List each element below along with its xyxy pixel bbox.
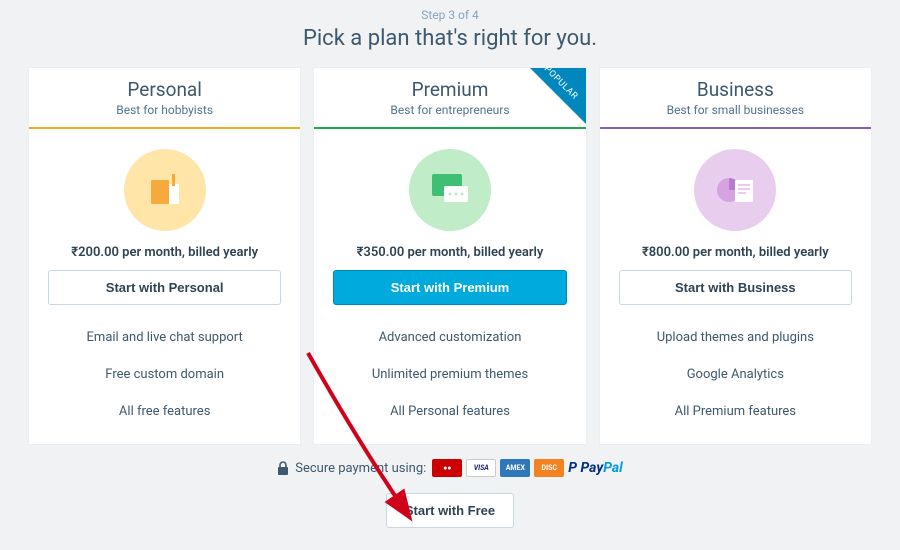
plan-card-personal: Personal Best for hobbyists ₹200.00 per … [28, 67, 301, 445]
plan-price: ₹800.00 per month, billed yearly [642, 245, 829, 260]
plan-feature: Advanced customization [379, 330, 522, 345]
plan-icon [694, 149, 776, 231]
chat-icon [428, 172, 472, 208]
plan-feature: Unlimited premium themes [372, 367, 528, 382]
plan-feature: Google Analytics [687, 367, 784, 382]
plan-feature: All Personal features [390, 404, 510, 419]
plan-feature: Free custom domain [105, 367, 224, 382]
plan-icon [124, 149, 206, 231]
start-premium-button[interactable]: Start with Premium [333, 270, 566, 305]
pencil-cup-icon [145, 170, 185, 210]
amex-icon: AMEX [500, 459, 530, 477]
chart-doc-icon [713, 172, 757, 208]
popular-label: POPULAR [542, 64, 580, 102]
mastercard-icon: ●● [432, 459, 462, 477]
secure-label: Secure payment using: [295, 461, 426, 476]
plan-name: Personal [29, 78, 300, 101]
pricing-cards: Personal Best for hobbyists ₹200.00 per … [28, 67, 872, 445]
plan-card-premium: POPULAR Premium Best for entrepreneurs ₹… [313, 67, 586, 445]
plan-price: ₹200.00 per month, billed yearly [71, 245, 258, 260]
plan-feature: All free features [119, 404, 210, 419]
visa-icon: VISA [466, 459, 496, 477]
step-indicator: Step 3 of 4 [28, 8, 872, 22]
popular-ribbon: POPULAR [530, 68, 586, 124]
plan-card-business: Business Best for small businesses ₹800.… [599, 67, 872, 445]
plan-tagline: Best for small businesses [600, 103, 871, 117]
plan-icon [409, 149, 491, 231]
secure-payment-row: Secure payment using: ●● VISA AMEX DISC … [28, 459, 872, 477]
page-title: Pick a plan that's right for you. [28, 26, 872, 51]
plan-name: Business [600, 78, 871, 101]
divider [314, 127, 585, 129]
start-personal-button[interactable]: Start with Personal [48, 270, 281, 305]
plan-tagline: Best for hobbyists [29, 103, 300, 117]
discover-icon: DISC [534, 459, 564, 477]
plan-feature: Email and live chat support [87, 330, 243, 345]
plan-feature: Upload themes and plugins [657, 330, 814, 345]
paypal-icon: P PayPal [568, 460, 622, 476]
divider [29, 127, 300, 129]
start-business-button[interactable]: Start with Business [619, 270, 852, 305]
lock-icon [277, 461, 289, 475]
divider [600, 127, 871, 129]
plan-price: ₹350.00 per month, billed yearly [357, 245, 544, 260]
plan-feature: All Premium features [675, 404, 796, 419]
start-free-button[interactable]: Start with Free [386, 493, 514, 528]
